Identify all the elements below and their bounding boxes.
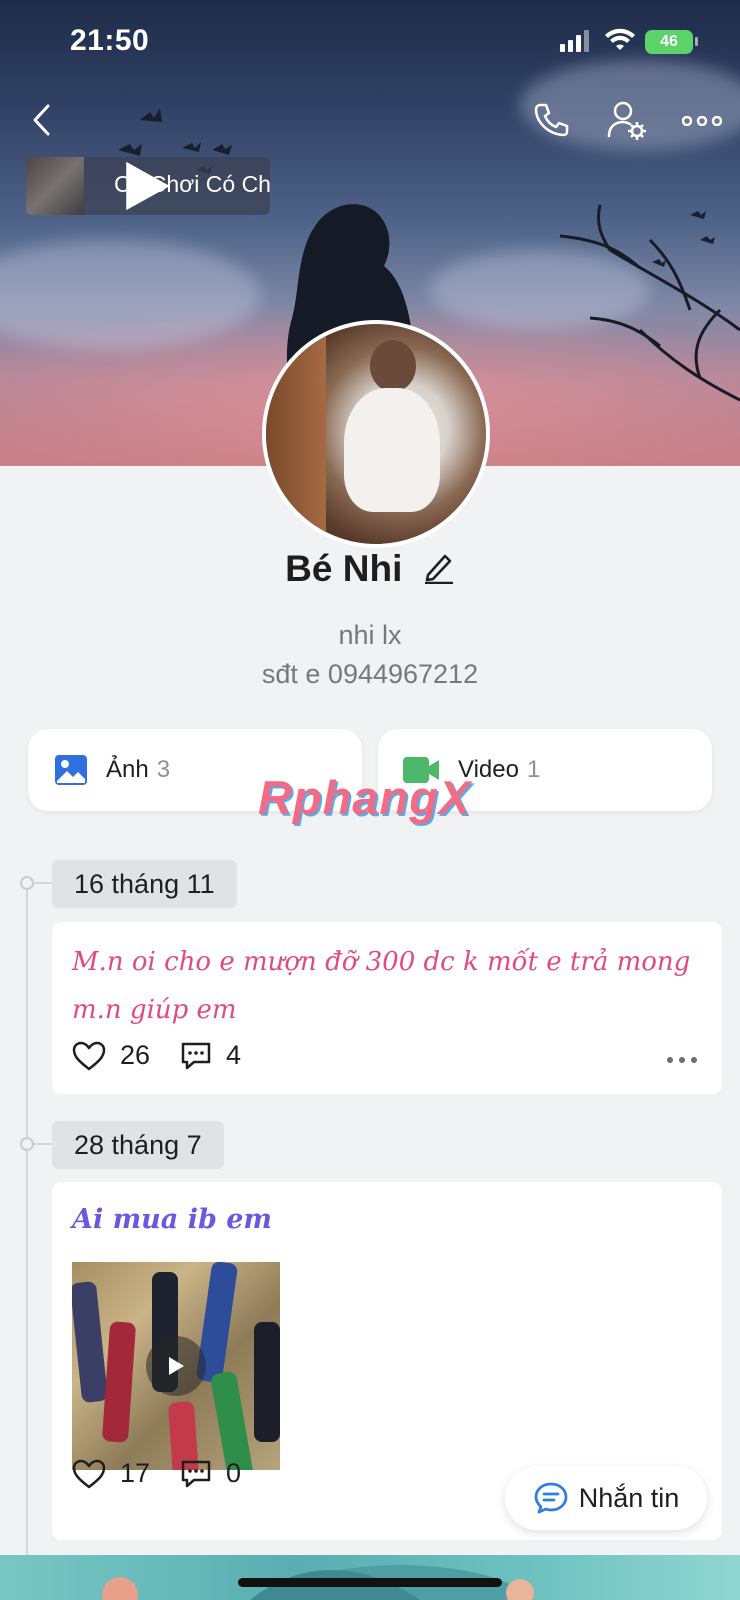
battery-indicator: 46 (645, 30, 693, 54)
like-count: 26 (120, 1040, 151, 1070)
battery-tip (695, 37, 698, 46)
photos-count: 3 (156, 756, 171, 783)
message-button-label: Nhắn tin (578, 1482, 680, 1513)
heart-icon (72, 1041, 106, 1070)
play-icon (169, 1357, 184, 1375)
music-title[interactable]: Có Chơi Có Chịu (114, 171, 270, 198)
like-count: 17 (120, 1458, 151, 1488)
more-horizontal-icon[interactable] (666, 1056, 698, 1064)
date-chip: 16 tháng 11 (52, 860, 237, 908)
video-content-detail (254, 1322, 280, 1442)
home-indicator (238, 1578, 502, 1587)
post-text: Ai mua ib em (72, 1204, 272, 1235)
comment-count: 0 (226, 1458, 242, 1488)
status-time: 21:50 (70, 24, 150, 57)
comment-button[interactable]: 4 (180, 1040, 241, 1071)
video-content-detail (72, 1280, 109, 1404)
bio-line-1: nhi lx (338, 620, 402, 650)
avatar-photo-detail (370, 340, 416, 392)
like-button[interactable]: 26 (72, 1040, 150, 1071)
timeline-line (26, 878, 28, 1600)
avatar-photo-detail (344, 388, 440, 512)
like-button[interactable]: 17 (72, 1458, 150, 1489)
phone-icon[interactable] (528, 98, 572, 142)
post-card[interactable]: M.n oi cho e mượn đỡ 300 dc k mốt e trả … (52, 922, 722, 1094)
cellular-signal-icon (560, 30, 589, 52)
wifi-icon (605, 28, 635, 50)
avatar[interactable] (262, 320, 490, 548)
watermark: RphangX (258, 771, 472, 824)
timeline-dot (20, 876, 34, 890)
post-video-thumbnail[interactable] (72, 1262, 280, 1470)
video-content-detail (209, 1370, 257, 1470)
profile-name: Bé Nhi (285, 548, 403, 589)
user-settings-icon[interactable] (604, 98, 650, 144)
image-icon (55, 755, 87, 785)
comment-icon (181, 1460, 211, 1487)
photos-label: Ảnh (106, 756, 149, 783)
heart-icon (72, 1459, 106, 1488)
status-bar: 21:50 46 (0, 0, 740, 86)
edit-pencil-icon[interactable] (423, 550, 455, 584)
profile-name-row: Bé Nhi (0, 548, 740, 590)
post-text: M.n oi cho e mượn đỡ 300 dc k mốt e trả … (72, 947, 691, 1025)
avatar-photo-detail (266, 324, 326, 544)
timeline-tick (34, 1143, 52, 1145)
comment-button[interactable]: 0 (180, 1458, 241, 1489)
bio-line-2: sđt e 0944967212 (261, 659, 479, 689)
chevron-left-icon[interactable] (22, 100, 62, 140)
more-horizontal-icon[interactable] (680, 106, 724, 136)
comment-count: 4 (226, 1040, 242, 1070)
date-chip: 28 tháng 7 (52, 1121, 224, 1169)
message-button[interactable]: Nhắn tin (505, 1466, 707, 1530)
videos-count: 1 (526, 756, 541, 783)
timeline-dot (20, 1137, 34, 1151)
video-content-detail (101, 1321, 137, 1443)
timeline-tick (34, 882, 52, 884)
chat-bubble-icon (534, 1482, 568, 1514)
video-play-button[interactable] (146, 1336, 206, 1396)
comment-icon (181, 1042, 211, 1069)
